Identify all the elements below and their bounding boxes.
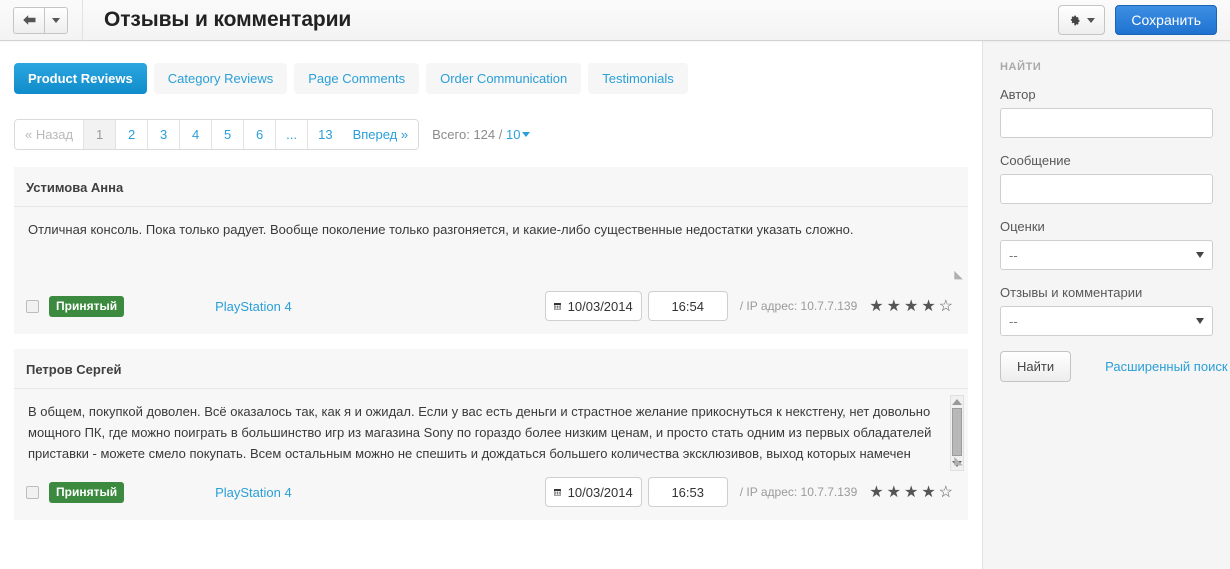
status-badge: Принятый bbox=[49, 295, 125, 317]
resize-grip-icon[interactable]: ◢ bbox=[952, 455, 965, 468]
review-time-input[interactable]: 16:54 bbox=[647, 291, 728, 321]
page-title: Отзывы и комментарии bbox=[104, 8, 352, 31]
main-layout: Product Reviews Category Reviews Page Comm… bbox=[0, 41, 1230, 569]
pagination-page-1: 1 bbox=[84, 120, 117, 149]
author-input[interactable] bbox=[1000, 108, 1213, 138]
review-date-input[interactable]: 10/03/2014 bbox=[544, 477, 642, 507]
status-badge: Принятый bbox=[49, 481, 125, 503]
pagination-page-2[interactable]: 2 bbox=[116, 120, 149, 149]
chevron-down-icon bbox=[1196, 318, 1204, 324]
tab-category-reviews[interactable]: Category Reviews bbox=[153, 63, 288, 94]
product-link[interactable]: PlayStation 4 bbox=[215, 299, 292, 314]
review-card: Устимова Анна Отличная консоль. Пока толь… bbox=[14, 167, 968, 334]
message-label: Сообщение bbox=[1000, 153, 1071, 168]
review-body: Отличная консоль. Пока только радует. Во… bbox=[14, 207, 968, 283]
top-header-bar: Отзывы и комментарии Сохранить bbox=[0, 0, 1230, 43]
review-date-input[interactable]: 10/03/2014 bbox=[544, 291, 642, 321]
chevron-down-icon bbox=[52, 17, 60, 23]
pagination-page-13[interactable]: 13 bbox=[308, 120, 343, 149]
review-rating-stars[interactable]: ★★★★☆ bbox=[869, 482, 956, 502]
sidebar-actions: Найти Расширенный поиск bbox=[1000, 351, 1228, 382]
content-column: Product Reviews Category Reviews Page Comm… bbox=[0, 41, 982, 569]
header-actions: Сохранить bbox=[1058, 5, 1217, 35]
pagination-control[interactable]: « Назад 1 2 3 4 5 6... 13 Вперед » bbox=[14, 119, 420, 150]
review-body: В общем, покупкой доволен. Всё оказалось… bbox=[14, 389, 968, 471]
chevron-down-icon bbox=[1196, 252, 1204, 258]
header-divider bbox=[82, 0, 83, 41]
review-rating-stars[interactable]: ★★★★☆ bbox=[869, 296, 956, 316]
type-select-value: -- bbox=[1009, 313, 1018, 329]
tab-product-reviews[interactable]: Product Reviews bbox=[14, 63, 147, 94]
calendar-icon bbox=[553, 489, 561, 496]
scroll-up-icon[interactable] bbox=[952, 399, 962, 405]
review-ip-label: / IP адрес: 10.7.7.139 bbox=[739, 299, 858, 313]
tab-testimonials[interactable]: Testimonials bbox=[588, 63, 688, 94]
chevron-down-icon bbox=[1087, 17, 1096, 23]
review-date-value: 10/03/2014 bbox=[567, 298, 633, 314]
tab-bar: Product Reviews Category Reviews Page Comm… bbox=[0, 63, 982, 94]
back-button-group[interactable] bbox=[13, 6, 68, 34]
review-date-value: 10/03/2014 bbox=[567, 484, 633, 500]
review-text[interactable]: В общем, покупкой доволен. Всё оказалось… bbox=[26, 399, 956, 469]
pagination-page-6[interactable]: 6 bbox=[244, 120, 277, 149]
find-button[interactable]: Найти bbox=[1000, 351, 1072, 382]
pagination-next[interactable]: Вперед » bbox=[342, 120, 419, 149]
message-input[interactable] bbox=[1000, 174, 1213, 204]
per-page-selector[interactable]: 10 bbox=[506, 127, 531, 142]
review-time-value: 16:53 bbox=[671, 484, 704, 500]
settings-button[interactable] bbox=[1058, 5, 1106, 35]
review-footer: Принятый PlayStation 4 10/03/2014 16:53 / IP… bbox=[14, 469, 968, 520]
tab-order-communication[interactable]: Order Communication bbox=[426, 63, 582, 94]
pagination-row: « Назад 1 2 3 4 5 6... 13 Вперед » Всего: 124 … bbox=[0, 119, 982, 150]
pagination-page-...[interactable]: ... bbox=[276, 120, 309, 149]
search-sidebar: НАЙТИ Автор Сообщение Оценки -- Отзывы и… bbox=[982, 41, 1230, 569]
save-button[interactable]: Сохранить bbox=[1115, 5, 1217, 35]
review-card: Петров Сергей В общем, покупкой доволен. … bbox=[14, 349, 968, 520]
review-footer: Принятый PlayStation 4 10/03/2014 16:54 / IP… bbox=[14, 283, 968, 334]
back-arrow-icon bbox=[22, 15, 35, 25]
total-count-label: Всего: 124 / 10 bbox=[432, 127, 531, 142]
type-label: Отзывы и комментарии bbox=[1000, 285, 1143, 300]
review-text[interactable]: Отличная консоль. Пока только радует. Во… bbox=[26, 217, 956, 283]
sidebar-heading: НАЙТИ bbox=[1000, 61, 1042, 73]
review-author: Петров Сергей bbox=[14, 349, 968, 389]
review-time-value: 16:54 bbox=[671, 298, 704, 314]
back-dropdown-button[interactable] bbox=[44, 6, 68, 34]
resize-grip-icon[interactable]: ◢ bbox=[952, 269, 965, 282]
chevron-down-icon bbox=[522, 132, 531, 137]
ratings-select-value: -- bbox=[1009, 247, 1018, 263]
back-button[interactable] bbox=[13, 6, 44, 34]
advanced-search-link[interactable]: Расширенный поиск bbox=[1105, 359, 1227, 374]
pagination-page-5[interactable]: 5 bbox=[212, 120, 245, 149]
gear-icon bbox=[1071, 15, 1080, 25]
ratings-select[interactable]: -- bbox=[1000, 240, 1213, 270]
author-label: Автор bbox=[1000, 87, 1036, 102]
pagination-page-4[interactable]: 4 bbox=[180, 120, 213, 149]
tab-page-comments[interactable]: Page Comments bbox=[294, 63, 420, 94]
scrollbar-thumb[interactable] bbox=[952, 408, 962, 456]
total-separator: / bbox=[498, 127, 503, 142]
review-list: Устимова Анна Отличная консоль. Пока толь… bbox=[0, 167, 982, 520]
type-select[interactable]: -- bbox=[1000, 306, 1213, 336]
pagination-prev[interactable]: « Назад bbox=[15, 120, 85, 149]
review-meta: 10/03/2014 16:54 / IP адрес: 10.7.7.139 ★★★… bbox=[544, 291, 956, 321]
total-count: 124 bbox=[473, 127, 496, 142]
review-ip-label: / IP адрес: 10.7.7.139 bbox=[739, 485, 858, 499]
ratings-label: Оценки bbox=[1000, 219, 1045, 234]
total-prefix: Всего: bbox=[432, 127, 470, 142]
review-author: Устимова Анна bbox=[14, 167, 968, 207]
review-select-checkbox[interactable] bbox=[26, 299, 39, 313]
pagination-page-3[interactable]: 3 bbox=[148, 120, 181, 149]
product-link[interactable]: PlayStation 4 bbox=[215, 485, 292, 500]
review-select-checkbox[interactable] bbox=[26, 485, 39, 499]
calendar-icon bbox=[553, 303, 561, 310]
review-time-input[interactable]: 16:53 bbox=[647, 477, 728, 507]
review-meta: 10/03/2014 16:53 / IP адрес: 10.7.7.139 ★★★… bbox=[544, 477, 956, 507]
